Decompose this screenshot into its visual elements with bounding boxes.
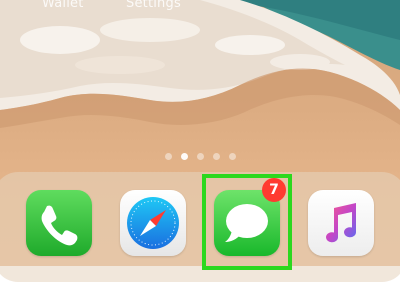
page-dot[interactable] — [196, 153, 204, 160]
safari-compass-icon — [127, 197, 179, 249]
page-dot-active[interactable] — [180, 153, 188, 160]
page-dot[interactable] — [164, 153, 172, 160]
page-dot[interactable] — [212, 153, 220, 160]
safari-app-icon[interactable] — [120, 190, 186, 256]
phone-app-icon[interactable] — [26, 190, 92, 256]
page-indicator[interactable] — [0, 153, 400, 160]
phone-icon — [41, 205, 78, 246]
page-dot[interactable] — [228, 153, 236, 160]
settings-app-label[interactable]: Settings — [126, 0, 181, 11]
music-app-icon[interactable] — [308, 190, 374, 256]
wallet-app-label[interactable]: Wallet — [42, 0, 84, 11]
music-note-icon — [326, 203, 357, 243]
notification-badge: 7 — [262, 178, 286, 202]
